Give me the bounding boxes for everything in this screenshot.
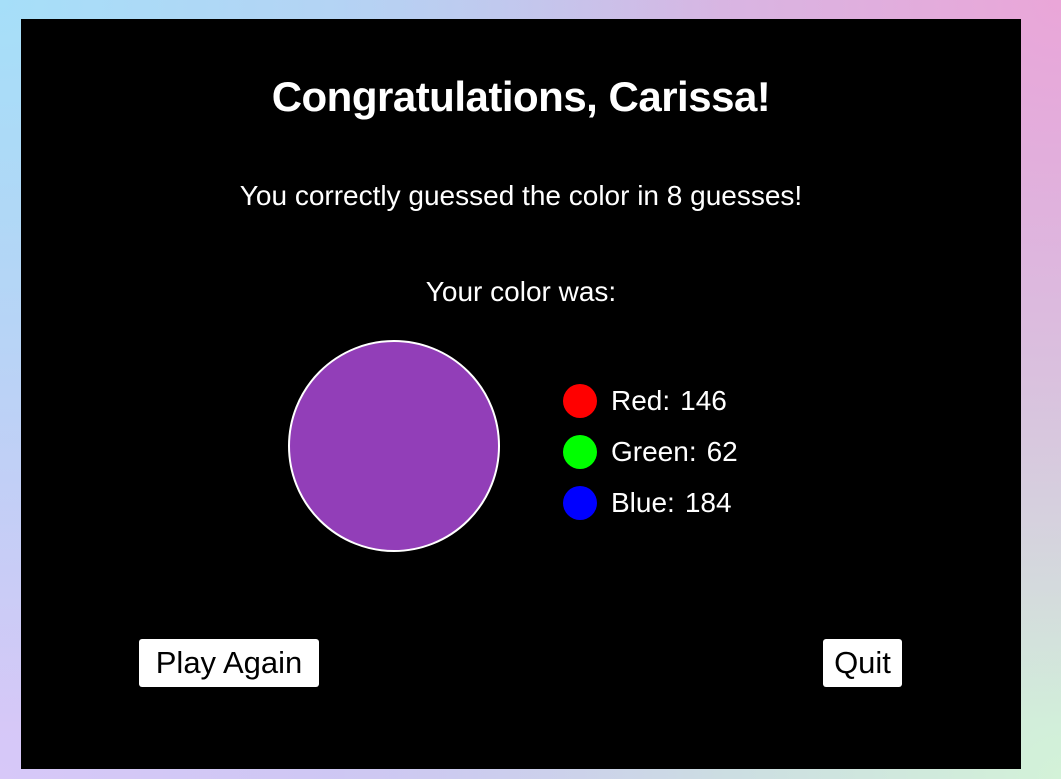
play-again-button[interactable]: Play Again bbox=[139, 639, 319, 687]
rgb-label-green: Green: bbox=[611, 435, 697, 467]
rgb-row-green: Green: 62 bbox=[563, 426, 738, 477]
rgb-label-blue: Blue: bbox=[611, 486, 675, 518]
rgb-value-green: 62 bbox=[706, 435, 738, 467]
green-dot-icon bbox=[563, 434, 597, 469]
red-dot-icon bbox=[563, 383, 597, 418]
color-swatch bbox=[288, 340, 500, 552]
quit-button[interactable]: Quit bbox=[823, 639, 902, 687]
rgb-value-red: 146 bbox=[680, 384, 727, 416]
page-title: Congratulations, Carissa! bbox=[271, 73, 771, 120]
rgb-row-blue: Blue: 184 bbox=[563, 477, 738, 528]
color-label: Your color was: bbox=[425, 276, 617, 307]
result-panel: Congratulations, Carissa! You correctly … bbox=[21, 19, 1021, 769]
rgb-breakdown: Red: 146 Green: 62 Blue: 184 bbox=[563, 375, 738, 528]
result-message: You correctly guessed the color in 8 gue… bbox=[239, 180, 803, 211]
rgb-label-red: Red: bbox=[611, 384, 671, 416]
rgb-row-red: Red: 146 bbox=[563, 375, 738, 426]
rgb-value-blue: 184 bbox=[684, 486, 732, 518]
blue-dot-icon bbox=[563, 485, 597, 520]
